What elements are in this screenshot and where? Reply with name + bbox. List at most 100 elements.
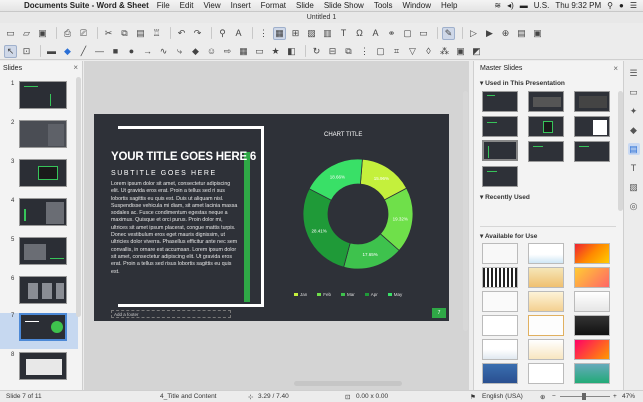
section-available-header[interactable]: ▾ Available for Use (480, 232, 537, 240)
styles-icon[interactable]: T (628, 162, 640, 174)
properties-icon[interactable]: ☰ (628, 67, 640, 79)
search-icon[interactable]: ⚲ (607, 1, 613, 10)
master-thumbnail[interactable] (482, 166, 518, 187)
block-arrow-icon[interactable]: ⇨ (221, 45, 234, 58)
gallery-icon[interactable]: ▨ (628, 181, 640, 193)
show-draw-functions-icon[interactable]: ✎ (442, 26, 455, 40)
print-icon[interactable]: ⎚ (77, 27, 90, 40)
curve-icon[interactable]: ∿ (157, 45, 170, 58)
app-name[interactable]: Documents Suite - Word & Sheet (24, 1, 149, 10)
chart-icon[interactable]: ▥ (321, 27, 334, 40)
cut-icon[interactable]: ✂ (102, 27, 115, 40)
template-thumbnail[interactable] (528, 291, 564, 312)
wifi-icon[interactable]: ≋ (494, 1, 501, 10)
diamond-icon[interactable]: ◆ (189, 45, 202, 58)
template-thumbnail[interactable] (482, 291, 518, 312)
master-thumbnail[interactable] (574, 91, 610, 112)
new-slide-icon[interactable]: ⊕ (499, 27, 512, 40)
template-thumbnail[interactable] (574, 339, 610, 360)
workspace-horizontal-scrollbar[interactable] (294, 381, 402, 386)
slide-thumbnail[interactable]: 4 (0, 198, 78, 236)
find-icon[interactable]: ⚲ (216, 27, 229, 40)
special-character-icon[interactable]: Ω (353, 27, 366, 40)
connector-icon[interactable]: ⤷ (173, 45, 186, 58)
menu-help[interactable]: Help (441, 1, 457, 10)
display-views-icon[interactable]: ▦ (273, 26, 286, 40)
template-thumbnail[interactable] (574, 363, 610, 384)
slide-thumbnail[interactable]: 3 (0, 159, 78, 197)
slide-subtitle[interactable]: SUBTITLE GOES HERE (111, 170, 217, 177)
start-presentation-icon[interactable]: ▷ (467, 27, 480, 40)
template-thumbnail[interactable] (528, 243, 564, 264)
menu-slide[interactable]: Slide (296, 1, 314, 10)
close-icon[interactable]: × (613, 64, 618, 73)
master-thumbnail[interactable] (528, 141, 564, 162)
display-grid-icon[interactable]: ⋮ (257, 27, 270, 40)
template-thumbnail[interactable] (482, 339, 518, 360)
glue-icon[interactable]: ▣ (454, 45, 467, 58)
toggle-extrusion-icon[interactable]: ◩ (470, 45, 483, 58)
bookmark-icon[interactable]: ◆ (628, 124, 640, 136)
master-thumbnail-selected[interactable] (482, 140, 518, 161)
arrange-icon[interactable]: ⧉ (342, 45, 355, 58)
transformation-icon[interactable]: ◊ (422, 45, 435, 58)
slide-transition-icon[interactable]: ▭ (628, 86, 640, 98)
fill-color-icon[interactable]: ◆ (61, 45, 74, 58)
line-style-icon[interactable]: ▬ (45, 45, 58, 58)
flowchart-icon[interactable]: ▦ (237, 45, 250, 58)
menu-window[interactable]: Window (403, 1, 431, 10)
animation-icon[interactable]: ✦ (628, 105, 640, 117)
status-zoom[interactable]: 47% (622, 393, 635, 400)
master-thumbnail[interactable] (482, 91, 518, 112)
crop-icon[interactable]: ⌗ (390, 45, 403, 58)
slide-thumbnail[interactable]: 6 (0, 276, 78, 314)
undo-icon[interactable]: ↶ (175, 27, 188, 40)
points-icon[interactable]: ⁂ (438, 45, 451, 58)
menu-view[interactable]: View (203, 1, 220, 10)
shadow-icon[interactable]: ▢ (374, 45, 387, 58)
volume-icon[interactable]: ◂) (507, 1, 514, 10)
smiley-icon[interactable]: ☺ (205, 45, 218, 58)
template-thumbnail[interactable] (482, 267, 518, 288)
user-icon[interactable]: ● (619, 1, 624, 10)
slide-layout-icon[interactable]: ▤ (515, 27, 528, 40)
footer-placeholder[interactable]: Add a footer (111, 310, 231, 318)
zoom-slider-handle[interactable] (582, 393, 586, 400)
open-folder-icon[interactable]: ▱ (20, 27, 33, 40)
redo-icon[interactable]: ↷ (191, 27, 204, 40)
3d-object-icon[interactable]: ◧ (285, 45, 298, 58)
slide-thumbnail[interactable]: 5 (0, 237, 78, 275)
textbox-icon[interactable]: T (337, 27, 350, 40)
slides-scrollbar[interactable] (76, 77, 81, 317)
input-source[interactable]: U.S. (534, 1, 550, 10)
flag-icon[interactable]: ▬ (520, 1, 528, 10)
section-used-header[interactable]: ▾ Used in This Presentation (480, 79, 565, 87)
slide-title[interactable]: YOUR TITLE GOES HERE 6 (111, 151, 256, 163)
template-thumbnail[interactable] (482, 363, 518, 384)
spelling-icon[interactable]: A (232, 27, 245, 40)
table-icon[interactable]: ⊞ (289, 27, 302, 40)
rotate-icon[interactable]: ↻ (310, 45, 323, 58)
template-thumbnail[interactable] (528, 267, 564, 288)
donut-chart[interactable]: 15.96% 19.32% 17.65% 28.41% 18.66% (300, 156, 416, 272)
status-language[interactable]: English (USA) (482, 393, 523, 400)
master-slides-icon[interactable]: ▤ (627, 143, 640, 155)
template-thumbnail[interactable] (574, 243, 610, 264)
fit-slide-icon[interactable]: ⊕ (540, 393, 545, 401)
master-thumbnail[interactable] (528, 91, 564, 112)
menu-list-icon[interactable]: ☰ (630, 1, 637, 10)
export-pdf-icon[interactable]: ⎙ (61, 27, 74, 40)
distribute-icon[interactable]: ⋮ (358, 45, 371, 58)
template-thumbnail[interactable] (482, 243, 518, 264)
paste-icon[interactable]: ▤ (134, 27, 147, 40)
navigator-icon[interactable]: ◎ (628, 200, 640, 212)
comment-icon[interactable]: ▢ (401, 27, 414, 40)
slide-thumbnail[interactable]: 2 (0, 120, 78, 158)
callout-icon[interactable]: ▭ (253, 45, 266, 58)
template-thumbnail[interactable] (528, 339, 564, 360)
hyperlink-icon[interactable]: ⚭ (385, 27, 398, 40)
workspace-vertical-scrollbar[interactable] (463, 91, 468, 331)
arrow-icon[interactable]: → (141, 45, 154, 58)
rectangle-icon[interactable]: ■ (109, 45, 122, 58)
slide-workspace[interactable]: YOUR TITLE GOES HERE 6 SUBTITLE GOES HER… (84, 61, 469, 390)
